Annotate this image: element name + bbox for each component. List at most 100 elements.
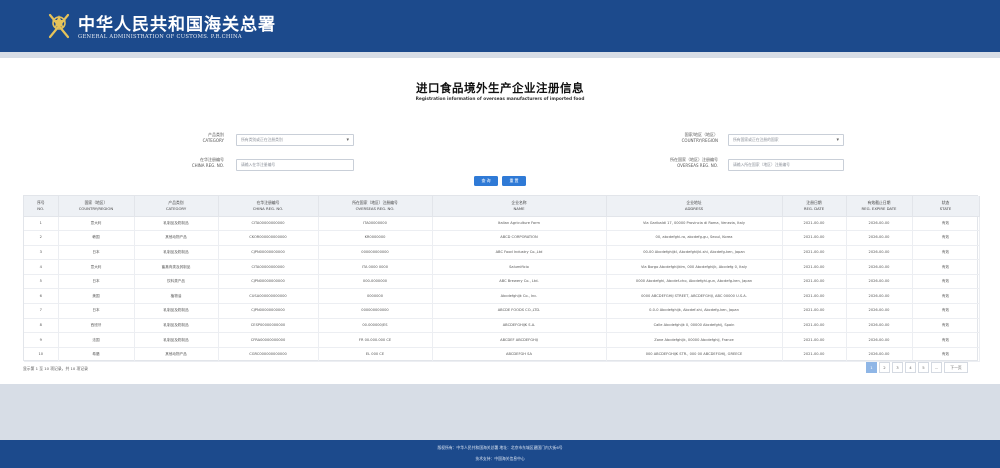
- table-row[interactable]: 7 日本 乳制品及奶制品 CJPN00000000000 000000000000 ABC…: [24, 303, 980, 319]
- table-cell: 00.000000/ES: [318, 318, 433, 333]
- table-cell: 其他动物产品: [134, 230, 219, 246]
- table-cell: 2026-00-00: [846, 347, 913, 362]
- column-header: 状态 STATE: [912, 196, 980, 217]
- table-cell: 2021-00-00: [782, 245, 847, 260]
- page-button[interactable]: 2: [879, 362, 890, 373]
- table-cell: 日本: [58, 303, 135, 319]
- table-cell: 000000000000: [318, 245, 433, 260]
- table-cell: 有效: [912, 347, 980, 362]
- table-cell: 6: [24, 288, 59, 304]
- table-cell: 有效: [912, 245, 980, 260]
- page-button[interactable]: 1: [866, 362, 877, 373]
- category-select[interactable]: 所有类别或正在注册类别 ▾: [236, 134, 354, 146]
- table-row[interactable]: 4 意大利 畜禽肉类及其制品 CITA00000000000 ITA 0000 0000…: [24, 259, 980, 275]
- table-cell: 希腊: [58, 347, 135, 362]
- country-select[interactable]: 所有国家或正在注册的国家 ▾: [728, 134, 844, 146]
- table-cell: CGRC000000000000: [218, 347, 319, 362]
- table-cell: 2021-00-00: [782, 318, 847, 333]
- table-cell: 2026-00-00: [846, 332, 913, 348]
- china-reg-no-input[interactable]: 请输入在华注册编号: [236, 159, 354, 171]
- site-title[interactable]: 中华人民共和国海关总署: [78, 10, 276, 35]
- table-cell: 2026-00-00: [846, 230, 913, 246]
- table-cell: 意大利: [58, 216, 135, 231]
- table-cell: Via Borgo Abcdefghijklm, 000 Abcdefghijk…: [606, 259, 783, 275]
- table-header-row: 序号 NO. 国家（地区） COUNTRY/REGION 产品类别 CATEGORY 在华注…: [24, 196, 980, 217]
- column-header: 国家（地区） COUNTRY/REGION: [58, 196, 135, 217]
- table-cell: 2021-00-00: [782, 216, 847, 231]
- table-cell: 4: [24, 259, 59, 275]
- table-row[interactable]: 5 日本 饮料类产品 CJPN00000000000 000-0000000 ABC Br…: [24, 274, 980, 289]
- table-cell: 有效: [912, 230, 980, 246]
- chevron-down-icon: ▾: [346, 137, 349, 143]
- table-row[interactable]: 2 韩国 其他动物产品 CKOR000000000000 KR0000000 ABCD C…: [24, 230, 980, 246]
- table-cell: 2021-00-00: [782, 332, 847, 348]
- table-cell: CITA00000000000: [218, 259, 319, 275]
- page-button[interactable]: 4: [905, 362, 916, 373]
- table-cell: 1: [24, 216, 59, 231]
- country-label: 国家/地区（地区） COUNTRY/REGION: [681, 132, 718, 143]
- table-cell: 2021-00-00: [782, 230, 847, 246]
- table-cell: 00, abcdefghi-ro, abcdefg-gu, Seoul, Kor…: [606, 230, 783, 246]
- page-button[interactable]: 3: [892, 362, 903, 373]
- page-button[interactable]: 5: [918, 362, 929, 373]
- table-cell: 2026-00-00: [846, 288, 913, 304]
- table-cell: CUSA000000000000: [218, 288, 319, 304]
- pagination: 1 2 3 4 5... 下一页: [866, 362, 968, 373]
- overseas-reg-no-label: 所在国家（地区）注册编号 OVERSEAS REG. NO.: [670, 157, 718, 168]
- table-cell: 乳制品及奶制品: [134, 303, 219, 319]
- table-row[interactable]: 9 法国 乳制品及奶制品 CFRA00000000000 FR 00.000.000 C…: [24, 332, 980, 348]
- table-cell: 9: [24, 332, 59, 348]
- table-cell: ITA00000000: [318, 216, 433, 231]
- table-cell: Abcdefghijk Co., Inc.: [432, 288, 607, 304]
- query-button[interactable]: 查 询: [474, 176, 498, 186]
- table-cell: 8: [24, 318, 59, 333]
- table-cell: 2021-00-00: [782, 288, 847, 304]
- table-cell: Calle Abcdefghijk 0, 00000 Abcdefghij, S…: [606, 318, 783, 333]
- table-cell: 有效: [912, 274, 980, 289]
- overseas-reg-no-input[interactable]: 请输入所在国家（地区）注册编号: [728, 159, 844, 171]
- table-cell: 0000 ABCDEFGHIJ STREET, ABCDEFGHIJ, ABC …: [606, 288, 783, 304]
- table-cell: ABCDEFGHIJK S.A.: [432, 318, 607, 333]
- table-cell: 2021-00-00: [782, 303, 847, 319]
- next-page-button[interactable]: 下一页: [944, 362, 968, 373]
- table-cell: 0000000: [318, 288, 433, 304]
- table-cell: ABCDEFGH SA: [432, 347, 607, 362]
- table-cell: 意大利: [58, 259, 135, 275]
- footer-support: 技术支持：中国海关信息中心: [475, 456, 525, 461]
- column-header: 序号 NO.: [24, 196, 59, 217]
- table-cell: CJPN00000000000: [218, 274, 319, 289]
- table-cell: 饮料类产品: [134, 274, 219, 289]
- table-cell: 日本: [58, 245, 135, 260]
- category-label: 产品类别 CATEGORY: [202, 132, 224, 143]
- column-header: 所在国家（地区）注册编号 OVERSEAS REG. NO.: [318, 196, 433, 217]
- table-cell: 乳制品及奶制品: [134, 318, 219, 333]
- table-cell: ITA 0000 0000: [318, 259, 433, 275]
- table-row[interactable]: 1 意大利 乳制品及奶制品 CITA00000000000 ITA00000000 Ita…: [24, 216, 980, 231]
- site-footer: 版权所有：中华人民共和国海关总署 地址：北京市东城区建国门内大街6号 技术支持：…: [0, 440, 1000, 468]
- table-cell: 2: [24, 230, 59, 246]
- table-cell: 乳制品及奶制品: [134, 245, 219, 260]
- table-cell: 法国: [58, 332, 135, 348]
- table-row[interactable]: 3 日本 乳制品及奶制品 CJPN00000000000 000000000000 ABC…: [24, 245, 980, 260]
- table-cell: 植物油: [134, 288, 219, 304]
- table-cell: 2021-00-00: [782, 274, 847, 289]
- table-row[interactable]: 8 西班牙 乳制品及奶制品 CESP00000000000 00.000000/ES AB…: [24, 318, 980, 333]
- customs-emblem-icon[interactable]: [46, 11, 72, 41]
- table-cell: KR0000000: [318, 230, 433, 246]
- table-cell: CESP00000000000: [218, 318, 319, 333]
- column-header: 企业名称 NAME: [432, 196, 607, 217]
- page-button[interactable]: ...: [931, 362, 942, 373]
- pagination-info: 显示第 1 至 10 项记录，共 10 项记录: [23, 366, 88, 371]
- table-row[interactable]: 6 美国 植物油 CUSA000000000000 0000000 Abcdefghijk…: [24, 288, 980, 304]
- table-cell: 2026-00-00: [846, 245, 913, 260]
- table-cell: 000 ABCDEFGHIJK STR., 000 00 ABCDEFGHIJ,…: [606, 347, 783, 362]
- reset-button[interactable]: 重 置: [502, 176, 526, 186]
- table-row[interactable]: 10 希腊 其他动物产品 CGRC000000000000 EL 000 CE ABCDE…: [24, 347, 980, 362]
- table-cell: ABCDEF ABCDEFGHIJ: [432, 332, 607, 348]
- table-cell: 西班牙: [58, 318, 135, 333]
- table-cell: CJPN00000000000: [218, 303, 319, 319]
- table-cell: 2026-00-00: [846, 318, 913, 333]
- table-cell: 其他动物产品: [134, 347, 219, 362]
- table-cell: ABC Brewery Co., Ltd.: [432, 274, 607, 289]
- table-cell: 乳制品及奶制品: [134, 216, 219, 231]
